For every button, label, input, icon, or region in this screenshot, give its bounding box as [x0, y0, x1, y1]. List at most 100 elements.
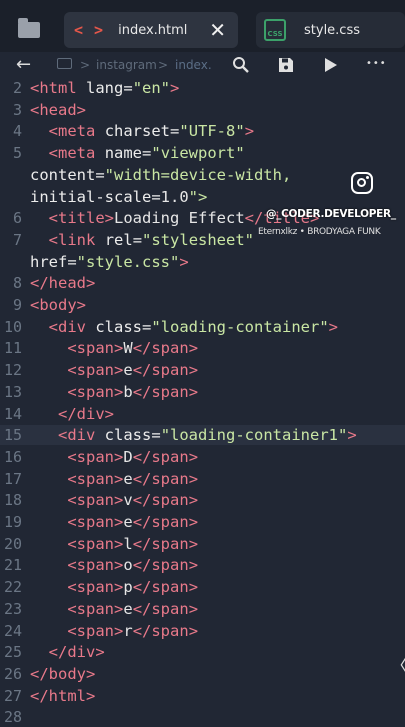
close-icon[interactable]: ✕ — [209, 18, 226, 42]
line-number: 19 — [3, 513, 22, 531]
code-line[interactable]: 24 <span>r</span> — [0, 621, 405, 641]
code-line[interactable]: 2 <html lang="en"> — [0, 78, 405, 98]
code-text: </head> — [30, 274, 96, 293]
code-line[interactable]: 14 </div> — [0, 404, 405, 424]
code-line[interactable]: 4 <meta charset="UTF-8"> — [0, 121, 405, 141]
code-line[interactable]: 12 <span>e</span> — [0, 360, 405, 380]
code-editor[interactable]: 2 <html lang="en"> 3 <head> 4 <meta charset=… — [0, 78, 405, 726]
code-text: </div> — [58, 404, 115, 423]
code-text: initial-scale=1.0"> — [30, 187, 208, 206]
code-line[interactable]: 3 <head> — [0, 100, 405, 120]
tab-label: style.css — [304, 22, 360, 38]
line-number: 27 — [3, 686, 22, 705]
line-number: 12 — [3, 361, 22, 380]
run-icon[interactable] — [324, 57, 338, 73]
code-text: <span>r</span> — [67, 621, 199, 640]
line-number: 18 — [3, 491, 22, 510]
code-line[interactable]: 26 </body> — [0, 664, 405, 684]
code-line[interactable]: 15 <div class="loading-container1"> — [0, 425, 405, 446]
code-text: <head> — [30, 100, 87, 119]
save-icon[interactable] — [278, 57, 294, 73]
line-number: 16 — [3, 447, 22, 466]
folder-icon[interactable] — [18, 18, 40, 38]
code-text: <span>v</span> — [67, 491, 199, 510]
code-line[interactable]: 18 <span>v</span> — [0, 490, 405, 510]
code-line[interactable]: 23 <span>e</span> — [0, 599, 405, 619]
line-number: 3 — [12, 100, 22, 119]
code-text: <html lang="en"> — [30, 79, 180, 97]
code-text: <div class="loading-container"> — [48, 317, 339, 336]
breadcrumb-folder-icon — [57, 58, 72, 69]
line-number: 25 — [3, 643, 22, 662]
code-line[interactable]: 17 <span>e</span> — [0, 469, 405, 489]
line-number: 20 — [3, 534, 22, 553]
line-number: 22 — [3, 578, 22, 597]
code-text: <span>D</span> — [67, 447, 199, 466]
code-line[interactable]: 20 <span>l</span> — [0, 534, 405, 554]
tab-bar: < > index.html ✕ CSS style.css — [0, 0, 405, 52]
code-text: <span>e</span> — [67, 361, 199, 380]
side-panel-arrow-icon[interactable]: 〈 — [390, 652, 405, 678]
line-number: 9 — [12, 296, 22, 314]
watermark-handle: @_CODER.DEVELOPER_ — [266, 208, 396, 220]
back-arrow-icon[interactable]: ← — [16, 55, 31, 75]
line-number: 28 — [3, 708, 22, 727]
code-line[interactable]: 11 <span>W</span> — [0, 338, 405, 358]
breadcrumb-item-index[interactable]: index. — [175, 58, 212, 72]
code-text: <span>e</span> — [67, 513, 199, 531]
code-text: <span>b</span> — [67, 382, 199, 401]
code-line[interactable]: 5 <meta name="viewport" — [0, 143, 405, 163]
code-text: <span>p</span> — [67, 578, 199, 597]
code-text: </body> — [30, 664, 96, 683]
code-text: <span>W</span> — [67, 339, 199, 358]
code-text: <link rel="stylesheet" — [48, 230, 255, 249]
code-line[interactable]: 8 </head> — [0, 273, 405, 293]
code-text: href="style.css"> — [30, 252, 189, 271]
line-number: 8 — [12, 274, 22, 293]
code-line[interactable]: 9 <body> — [0, 295, 405, 315]
code-line[interactable]: 27 </html> — [0, 686, 405, 706]
code-line[interactable]: href="style.css"> — [0, 252, 405, 272]
code-line[interactable]: 25 </div> — [0, 642, 405, 662]
code-line[interactable]: 19 <span>e</span> — [0, 512, 405, 532]
breadcrumb-item-instagram[interactable]: instagram — [96, 58, 157, 72]
code-text: <body> — [30, 296, 87, 314]
code-line[interactable]: 13 <span>b</span> — [0, 382, 405, 402]
breadcrumb-separator: > — [80, 58, 91, 72]
code-text: </html> — [30, 686, 96, 705]
code-text: <span>l</span> — [67, 534, 199, 553]
html-file-icon: < > — [74, 21, 105, 39]
css-file-icon: CSS — [264, 19, 286, 41]
line-number: 24 — [3, 621, 22, 640]
code-line[interactable]: 22 <span>p</span> — [0, 577, 405, 597]
tab-label: index.html — [118, 22, 188, 38]
code-text: <meta name="viewport" — [48, 144, 245, 163]
code-line[interactable]: content="width=device-width, — [0, 165, 405, 185]
code-text: content="width=device-width, — [30, 165, 292, 184]
line-number: 26 — [3, 664, 22, 683]
code-text: <span>o</span> — [67, 556, 199, 575]
line-number: 13 — [3, 382, 22, 401]
code-text: <div class="loading-container1"> — [58, 426, 357, 445]
tab-index-html[interactable]: < > index.html ✕ — [64, 12, 238, 48]
line-number: 23 — [3, 599, 22, 618]
more-options-icon[interactable]: ••• — [366, 54, 387, 74]
code-line[interactable]: 21 <span>o</span> — [0, 555, 405, 575]
code-line[interactable]: initial-scale=1.0"> — [0, 187, 405, 207]
line-number: 11 — [3, 339, 22, 358]
code-line[interactable]: 16 <span>D</span> — [0, 447, 405, 467]
music-credit: Eternxlkz • BRODYAGA FUNK — [258, 227, 381, 237]
code-text: <meta charset="UTF-8"> — [48, 122, 255, 141]
line-number: 6 — [12, 209, 22, 228]
code-line[interactable]: 28 — [0, 707, 405, 727]
line-number: 17 — [3, 469, 22, 488]
line-number: 15 — [3, 426, 22, 445]
search-icon[interactable] — [232, 56, 250, 74]
line-number: 14 — [3, 404, 22, 423]
code-text: <span>e</span> — [67, 469, 199, 488]
code-text: <span>e</span> — [67, 599, 199, 618]
code-line[interactable]: 10 <div class="loading-container"> — [0, 317, 405, 337]
breadcrumb-separator: > — [158, 58, 169, 72]
tab-style-css[interactable]: CSS style.css — [256, 12, 405, 48]
line-number: 5 — [12, 144, 22, 163]
